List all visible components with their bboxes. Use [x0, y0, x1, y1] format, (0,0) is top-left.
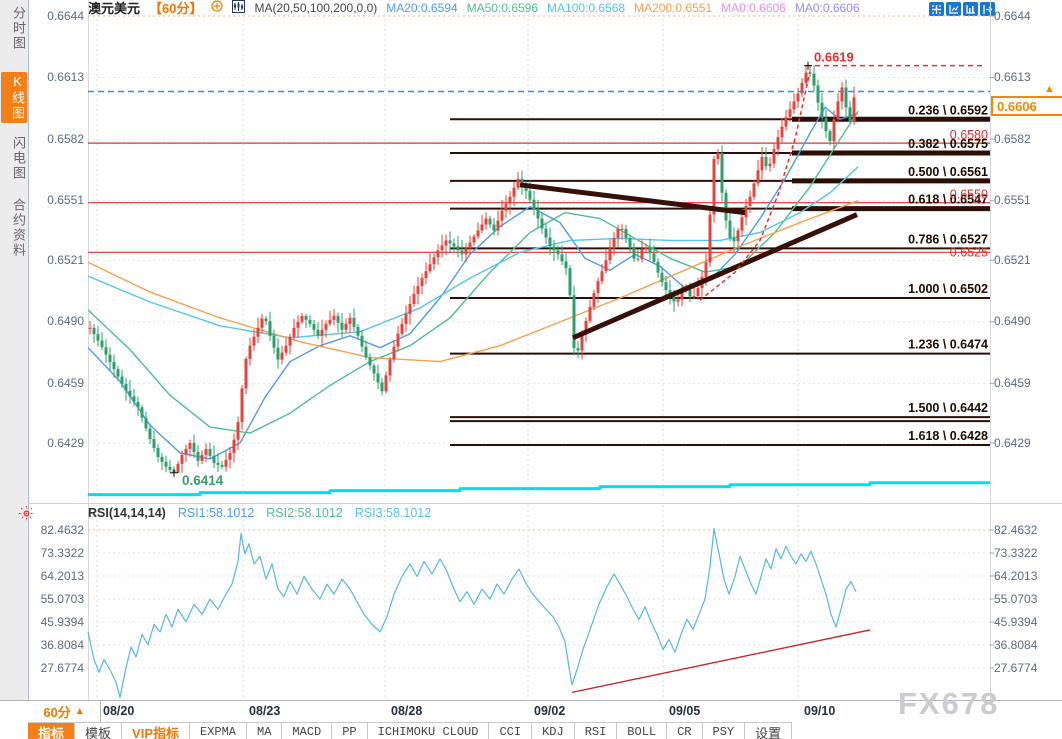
period-selector[interactable]: 60分 ▲	[28, 701, 101, 722]
chart-plot-area[interactable]: 0.66190.64140.236 \ 0.65920.382 \ 0.6575…	[0, 0, 1062, 739]
svg-text:1.500 \ 0.6442: 1.500 \ 0.6442	[908, 401, 988, 415]
toolbar-item-psy[interactable]: PSY	[703, 723, 746, 739]
toolbar-item-boll[interactable]: BOLL	[617, 723, 668, 739]
svg-text:0.6619: 0.6619	[814, 50, 854, 65]
indicator-toolbar: 指标 模板 VIP指标 EXPMA MA MACD PP ICHIMOKU CL…	[28, 722, 793, 739]
date-label: 09/05	[669, 704, 701, 718]
watermark: FX678	[898, 686, 1000, 721]
toolbar-item-macd[interactable]: MACD	[282, 723, 333, 739]
svg-text:0.6414: 0.6414	[182, 473, 224, 488]
toolbar-item-template[interactable]: 模板	[75, 723, 123, 739]
toolbar-item-ichimoku[interactable]: ICHIMOKU CLOUD	[368, 723, 490, 739]
svg-text:0.6525: 0.6525	[950, 245, 988, 259]
candles-up	[88, 65, 856, 473]
svg-text:0.6550: 0.6550	[950, 188, 988, 202]
svg-text:0.786 \ 0.6527: 0.786 \ 0.6527	[908, 232, 988, 246]
date-label: 08/20	[103, 704, 135, 718]
toolbar-item-pp[interactable]: PP	[332, 723, 368, 739]
svg-text:0.6580: 0.6580	[950, 128, 988, 142]
period-up-icon: ▲	[74, 706, 85, 717]
period-selector-label: 60分	[43, 705, 71, 720]
toolbar-item-vip-indicator[interactable]: VIP指标	[122, 723, 190, 739]
toolbar-item-settings[interactable]: 设置	[745, 723, 793, 739]
svg-text:0.500 \ 0.6561: 0.500 \ 0.6561	[908, 165, 988, 179]
toolbar-item-kdj[interactable]: KDJ	[532, 723, 575, 739]
svg-text:1.236 \ 0.6474: 1.236 \ 0.6474	[908, 338, 988, 352]
trading-app-window: 分时图 K线图 闪电图 合约资料 澳元美元 【60分】 MA(20,50,100…	[0, 0, 1062, 739]
svg-text:1.618 \ 0.6428: 1.618 \ 0.6428	[908, 429, 988, 443]
date-label: 09/10	[804, 704, 836, 718]
toolbar-item-indicator[interactable]: 指标	[28, 723, 76, 739]
toolbar-item-cci[interactable]: CCI	[489, 723, 533, 739]
current-price-box: 0.6606	[991, 96, 1062, 116]
date-label: 08/28	[391, 704, 423, 718]
toolbar-item-ma[interactable]: MA	[247, 723, 283, 739]
price-up-arrow-icon: ▲	[1044, 83, 1055, 95]
svg-text:0.236 \ 0.6592: 0.236 \ 0.6592	[908, 103, 988, 117]
date-label: 08/23	[249, 704, 281, 718]
toolbar-item-rsi[interactable]: RSI	[575, 723, 618, 739]
date-label: 09/02	[534, 704, 566, 718]
toolbar-item-cr[interactable]: CR	[667, 723, 703, 739]
toolbar-item-expma[interactable]: EXPMA	[190, 723, 248, 739]
svg-text:1.000 \ 0.6502: 1.000 \ 0.6502	[908, 282, 988, 296]
candles-down	[92, 65, 852, 473]
